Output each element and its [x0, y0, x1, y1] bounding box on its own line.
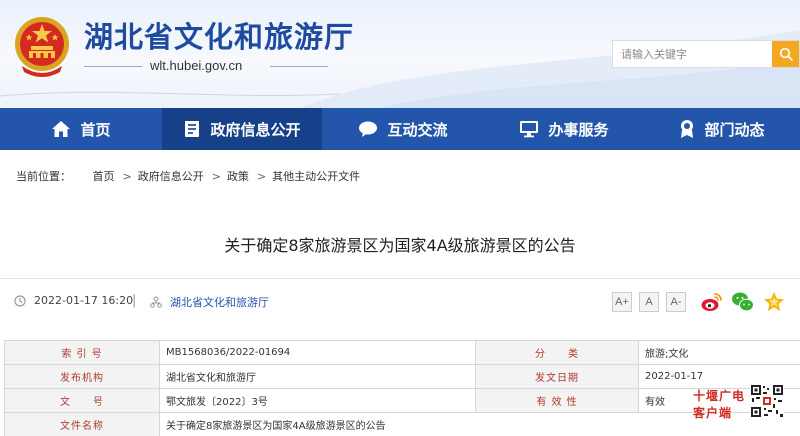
- site-title: 湖北省文化和旅游厅: [84, 20, 355, 54]
- file-name-label: 文件名称: [4, 412, 160, 436]
- nav-item-services[interactable]: 办事服务: [484, 108, 644, 150]
- source-name: 湖北省文化和旅游厅: [170, 296, 269, 309]
- index-number-label: 索 引 号: [4, 340, 160, 365]
- monitor-icon: [520, 121, 539, 138]
- search-icon: [779, 47, 793, 61]
- publisher-label: 发布机构: [4, 364, 160, 389]
- font-size-decrease-button[interactable]: A-: [666, 292, 686, 312]
- nav-item-label: 政府信息公开: [210, 120, 301, 139]
- breadcrumb-separator: >: [256, 170, 267, 183]
- organization-icon: [150, 296, 162, 308]
- breadcrumb: 当前位置： 首页 > 政府信息公开 > 政策 > 其他主动公开文件: [16, 168, 364, 184]
- meta-separator: |: [132, 293, 137, 308]
- publisher-value: 湖北省文化和旅游厅: [159, 364, 476, 389]
- url-decor-line-left: [84, 66, 142, 67]
- breadcrumb-separator: >: [211, 170, 221, 183]
- watermark-client: 客户端: [693, 406, 733, 420]
- nav-item-label: 首页: [80, 120, 111, 139]
- breadcrumb-prefix: 当前位置：: [16, 170, 71, 183]
- search-input[interactable]: [613, 41, 771, 67]
- document-number-value: 鄂文旅发〔2022〕3号: [159, 388, 476, 413]
- table-row: 发布机构 湖北省文化和旅游厅 发文日期 2022-01-17: [4, 364, 800, 389]
- search-button[interactable]: [772, 41, 799, 67]
- url-decor-line-right: [270, 66, 328, 67]
- search-box: [612, 40, 800, 68]
- nav-item-label: 互动交流: [387, 120, 448, 139]
- nav-item-interaction[interactable]: 互动交流: [322, 108, 484, 150]
- clock-icon: [14, 294, 26, 307]
- font-size-reset-button[interactable]: A: [639, 292, 659, 312]
- table-row: 索 引 号 MB1568036/2022-01694 分 类 旅游;文化: [4, 340, 800, 365]
- favorite-star-icon[interactable]: [762, 290, 786, 314]
- site-url: wlt.hubei.gov.cn: [150, 58, 243, 73]
- document-icon: [185, 121, 200, 137]
- qr-code-icon: [750, 384, 784, 418]
- validity-label: 有 效 性: [475, 388, 639, 413]
- article-source: 湖北省文化和旅游厅: [150, 294, 269, 310]
- category-label: 分 类: [475, 340, 639, 365]
- article-title: 关于确定8家旅游景区为国家4A级旅游景区的公告: [224, 236, 576, 255]
- nav-item-home[interactable]: 首页: [0, 108, 162, 150]
- nav-item-gov-info[interactable]: 政府信息公开: [162, 108, 322, 150]
- publish-datetime: 2022-01-17 16:20: [34, 294, 134, 307]
- breadcrumb-item-home[interactable]: 首页: [93, 170, 115, 183]
- main-nav: 首页 政府信息公开 互动交流 办事服务 部门动态: [0, 108, 800, 150]
- table-row: 文 号 鄂文旅发〔2022〕3号 有 效 性 有效: [4, 388, 800, 413]
- index-number-value: MB1568036/2022-01694: [159, 340, 476, 365]
- award-icon: [681, 120, 694, 138]
- document-info-table: 索 引 号 MB1568036/2022-01694 分 类 旅游;文化 发布机…: [4, 340, 800, 436]
- breadcrumb-separator: >: [122, 170, 132, 183]
- wechat-icon[interactable]: [731, 290, 755, 314]
- home-icon: [52, 121, 71, 137]
- breadcrumb-item-gov-info[interactable]: 政府信息公开: [138, 170, 204, 183]
- nav-item-label: 部门动态: [704, 120, 765, 139]
- breadcrumb-item-other-files[interactable]: 其他主动公开文件: [272, 170, 360, 183]
- document-number-label: 文 号: [4, 388, 160, 413]
- nav-item-dept-news[interactable]: 部门动态: [644, 108, 800, 150]
- title-divider: [0, 278, 800, 279]
- chat-icon: [359, 121, 378, 137]
- table-row: 文件名称 关于确定8家旅游景区为国家4A级旅游景区的公告: [4, 412, 800, 436]
- font-size-increase-button[interactable]: A+: [612, 292, 632, 312]
- national-emblem-icon: [15, 17, 69, 77]
- breadcrumb-item-policy[interactable]: 政策: [227, 170, 249, 183]
- issue-date-label: 发文日期: [475, 364, 639, 389]
- watermark-brand: 十堰广电: [693, 389, 746, 403]
- weibo-icon[interactable]: [700, 290, 724, 314]
- nav-item-label: 办事服务: [548, 120, 609, 139]
- site-header: 湖北省文化和旅游厅 wlt.hubei.gov.cn: [0, 0, 800, 108]
- category-value: 旅游;文化: [638, 340, 800, 365]
- publish-date: 2022-01-17 16:20: [14, 294, 133, 307]
